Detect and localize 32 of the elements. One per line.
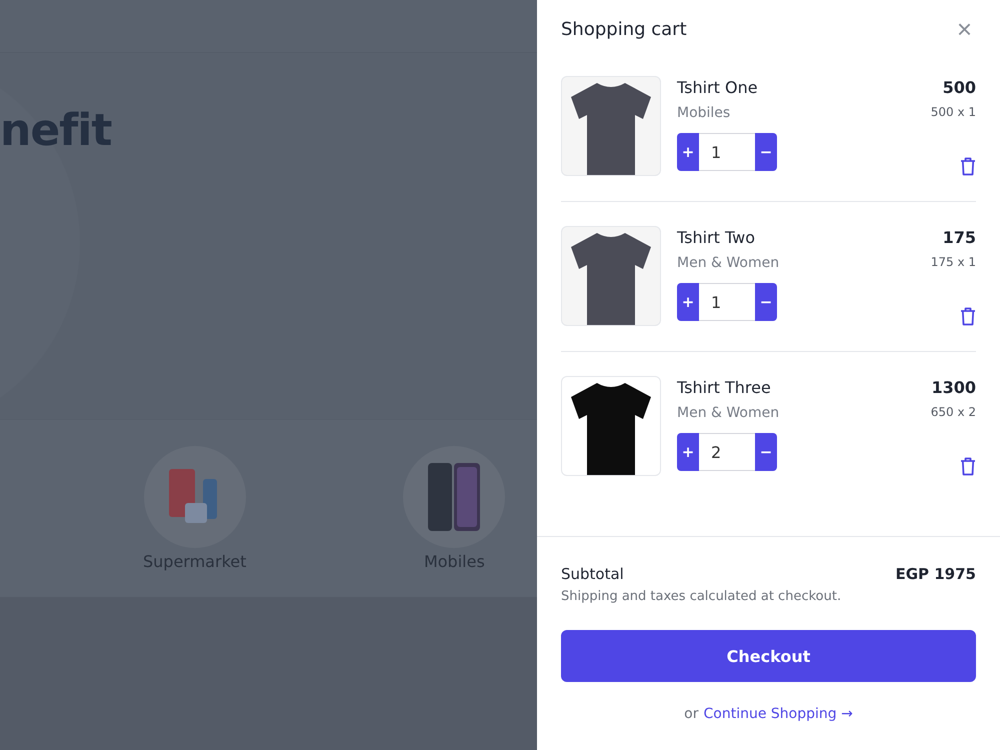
increase-button[interactable]: +	[677, 133, 699, 171]
trash-icon[interactable]	[960, 457, 976, 476]
cart-title: Shopping cart	[561, 18, 687, 40]
quantity-field[interactable]: 1	[699, 283, 755, 321]
product-category: Men & Women	[677, 255, 780, 271]
product-price: 500	[942, 78, 976, 97]
quantity-field[interactable]: 2	[699, 433, 755, 471]
close-button[interactable]: ×	[952, 16, 976, 42]
continue-shopping-link[interactable]: Continue Shopping →	[703, 706, 853, 722]
subtotal-amount: EGP 1975	[895, 565, 976, 583]
shipping-note: Shipping and taxes calculated at checkout.	[561, 589, 842, 604]
quantity-field[interactable]: 1	[699, 133, 755, 171]
product-category: Men & Women	[677, 405, 780, 421]
or-text: or	[684, 706, 698, 722]
unit-price: 500 x 1	[930, 105, 976, 121]
product-name[interactable]: Tshirt Three	[677, 378, 915, 397]
unit-price: 650 x 2	[930, 405, 976, 421]
increase-button[interactable]: +	[677, 283, 699, 321]
product-name[interactable]: Tshirt Two	[677, 228, 915, 247]
subtotal-label: Subtotal	[561, 565, 624, 583]
decrease-button[interactable]: −	[755, 283, 777, 321]
product-price: 175	[942, 228, 976, 247]
product-name[interactable]: Tshirt One	[677, 78, 915, 97]
trash-icon[interactable]	[960, 307, 976, 326]
product-category: Mobiles	[677, 105, 732, 121]
decrease-button[interactable]: −	[755, 433, 777, 471]
trash-icon[interactable]	[960, 157, 976, 176]
product-price: 1300	[931, 378, 976, 397]
checkout-button[interactable]: Checkout	[561, 630, 976, 682]
unit-price: 175 x 1	[930, 255, 976, 271]
decrease-button[interactable]: −	[755, 133, 777, 171]
increase-button[interactable]: +	[677, 433, 699, 471]
